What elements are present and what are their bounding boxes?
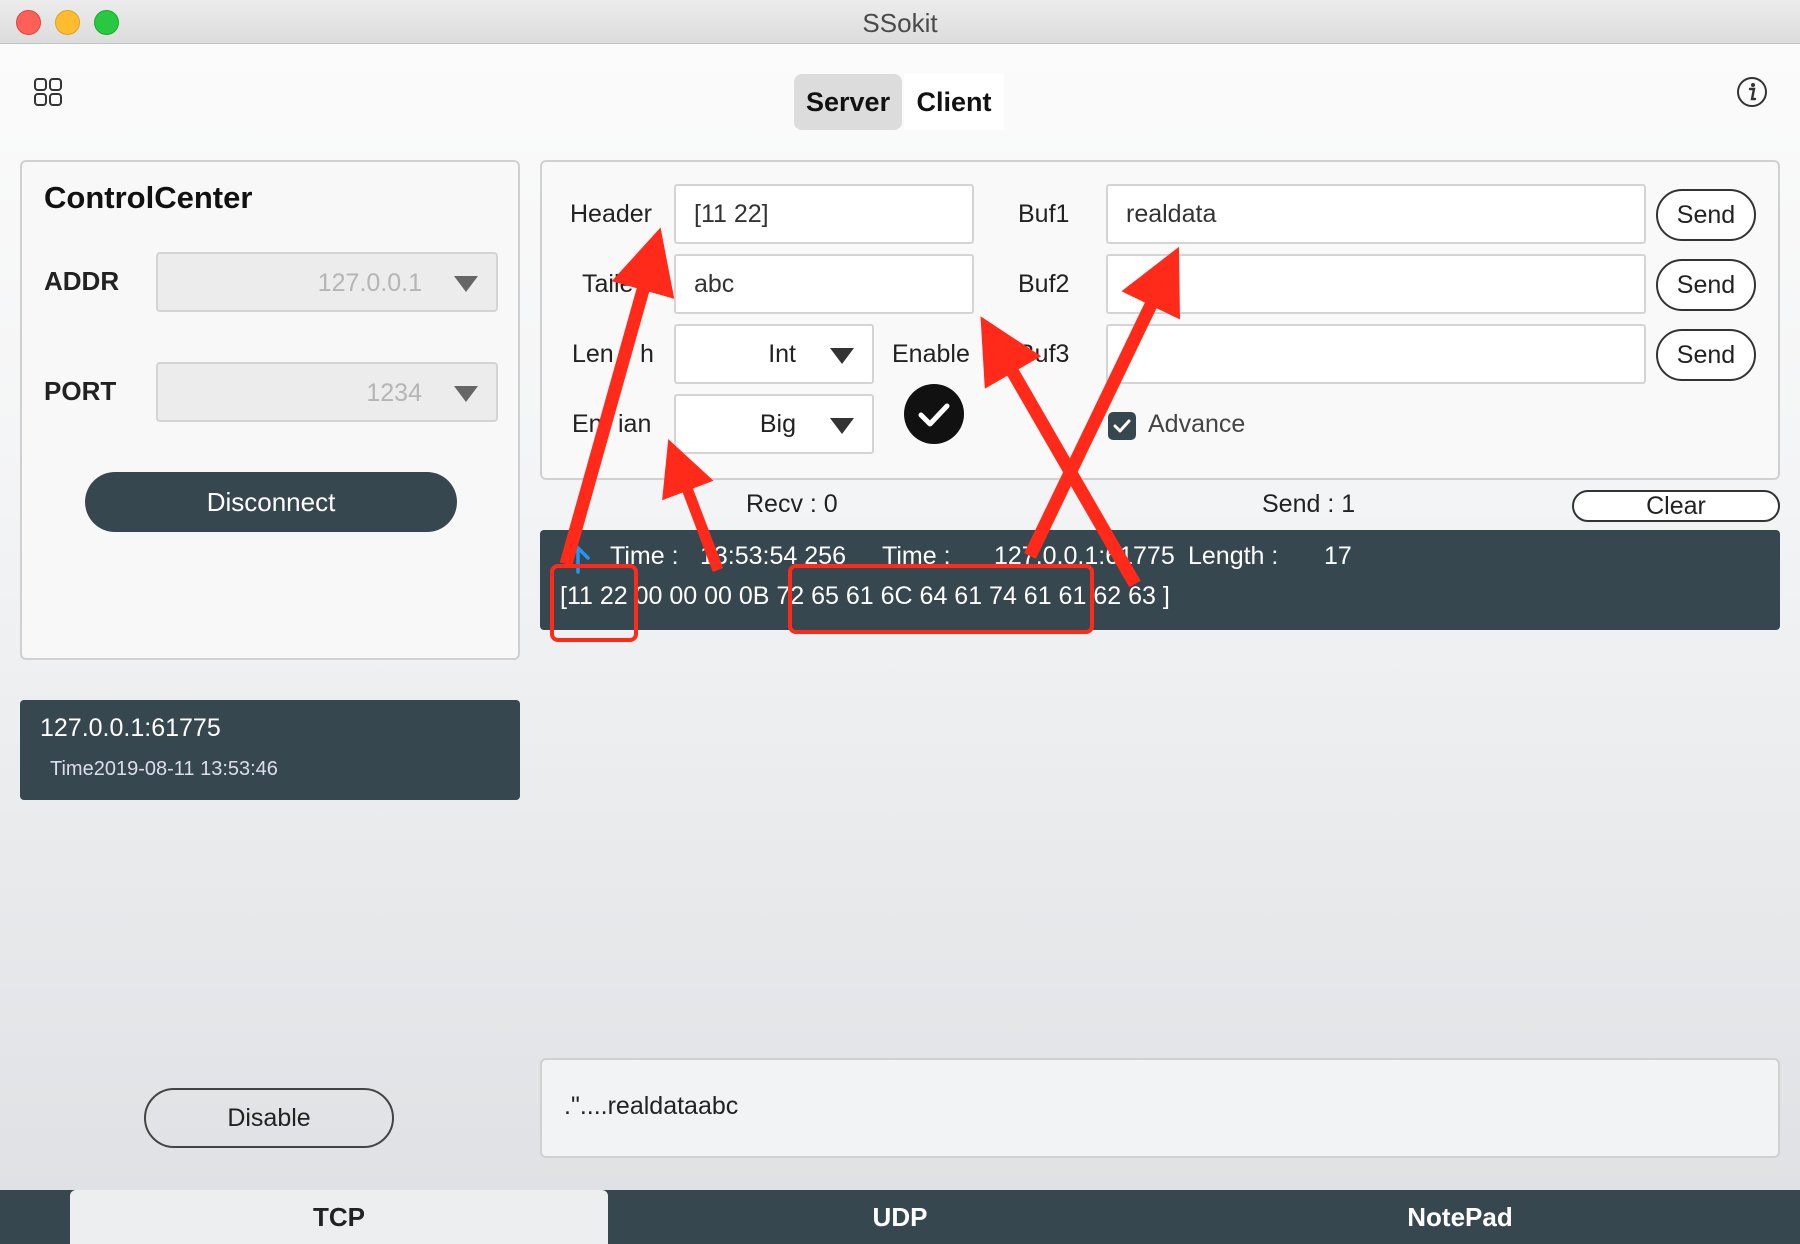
send-count: Send : 1	[1262, 490, 1356, 518]
log-time-label-2: Time :	[882, 542, 951, 570]
addr-value: 127.0.0.1	[317, 269, 422, 297]
apps-grid-icon[interactable]	[34, 78, 62, 106]
log-length-value: 17	[1324, 542, 1352, 570]
send-buf3-button[interactable]: Send	[1656, 329, 1756, 381]
buf1-input[interactable]: realdata	[1106, 184, 1646, 244]
disable-button[interactable]: Disable	[144, 1088, 394, 1148]
message-log-entry: Time : 13:53:54 256 Time : 127.0.0.1:617…	[540, 530, 1780, 630]
length-label-part2: h	[640, 340, 654, 368]
length-label-part1: Len	[572, 340, 614, 368]
client-address: 127.0.0.1:61775	[40, 714, 221, 742]
tailer-input[interactable]: abc	[674, 254, 974, 314]
control-center-title: ControlCenter	[44, 180, 253, 215]
log-time-value: 13:53:54 256	[700, 542, 846, 570]
tab-notepad[interactable]: NotePad	[1190, 1190, 1730, 1244]
endian-value: Big	[759, 410, 796, 438]
enable-label: Enable	[892, 340, 970, 368]
buf1-label: Buf1	[1018, 200, 1070, 228]
buf3-label: Buf3	[1018, 340, 1070, 368]
log-length-label: Length :	[1188, 542, 1279, 570]
port-label: PORT	[44, 376, 117, 406]
port-combobox[interactable]: 1234	[156, 362, 498, 422]
log-hex-data: [11 22 00 00 00 0B 72 65 61 6C 64 61 74 …	[560, 582, 1170, 610]
tab-tcp[interactable]: TCP	[70, 1190, 608, 1244]
tab-udp[interactable]: UDP	[610, 1190, 1190, 1244]
endian-label-part1: En	[572, 410, 603, 438]
log-address: 127.0.0.1:61775	[994, 542, 1175, 570]
decoded-text-area[interactable]: ."....realdataabc	[540, 1058, 1780, 1158]
addr-combobox[interactable]: 127.0.0.1	[156, 252, 498, 312]
info-icon[interactable]	[1736, 76, 1768, 108]
enable-toggle[interactable]	[904, 384, 964, 444]
buf2-input[interactable]	[1106, 254, 1646, 314]
checkmark-icon	[918, 403, 950, 427]
title-bar: SSokit	[0, 0, 1800, 44]
control-center-panel: ControlCenter ADDR 127.0.0.1 PORT 1234 D…	[20, 160, 520, 660]
length-type-value: Int	[768, 340, 796, 368]
chevron-down-icon	[830, 348, 854, 364]
port-value: 1234	[366, 379, 422, 407]
length-type-dropdown[interactable]: Int	[674, 324, 874, 384]
recv-count: Recv : 0	[746, 490, 838, 518]
buf3-input[interactable]	[1106, 324, 1646, 384]
chevron-down-icon	[454, 386, 478, 402]
chevron-down-icon	[454, 276, 478, 292]
tab-client[interactable]: Client	[904, 74, 1004, 130]
endian-dropdown[interactable]: Big	[674, 394, 874, 454]
checkmark-icon	[1113, 419, 1131, 433]
client-time: Time2019-08-11 13:53:46	[50, 758, 278, 780]
tailer-label: Taile	[582, 270, 634, 298]
advance-checkbox[interactable]	[1108, 412, 1136, 440]
header-input[interactable]: [11 22]	[674, 184, 974, 244]
decoded-text: ."....realdataabc	[564, 1092, 739, 1120]
buf2-label: Buf2	[1018, 270, 1070, 298]
chevron-down-icon	[830, 418, 854, 434]
endian-label-part2: ian	[618, 410, 652, 438]
disconnect-button[interactable]: Disconnect	[85, 472, 457, 532]
tab-server[interactable]: Server	[794, 74, 902, 130]
advance-label: Advance	[1148, 410, 1246, 438]
window-title: SSokit	[862, 8, 938, 38]
log-time-label: Time :	[610, 542, 679, 570]
arrow-up-icon	[566, 546, 590, 574]
addr-label: ADDR	[44, 266, 120, 296]
send-buf2-button[interactable]: Send	[1656, 259, 1756, 311]
header-label: Header	[570, 200, 652, 228]
clear-button[interactable]: Clear	[1572, 490, 1780, 522]
send-buf1-button[interactable]: Send	[1656, 189, 1756, 241]
client-list-item[interactable]: 127.0.0.1:61775 Time2019-08-11 13:53:46	[20, 700, 520, 800]
